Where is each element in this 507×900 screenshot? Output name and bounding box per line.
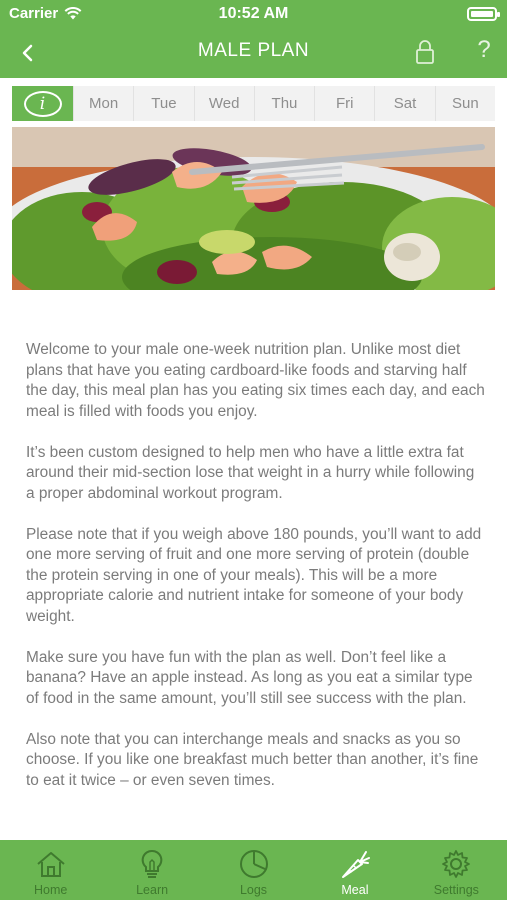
tab-info[interactable]: i — [12, 86, 73, 121]
article-paragraph: Welcome to your male one-week nutrition … — [26, 341, 485, 420]
tab-thu[interactable]: Thu — [253, 86, 314, 121]
tab-wed[interactable]: Wed — [193, 86, 254, 121]
article-paragraph: Make sure you have fun with the plan as … — [26, 648, 473, 707]
article-content: Welcome to your male one-week nutrition … — [26, 340, 486, 840]
article-paragraph: Please note that if you weigh above 180 … — [26, 525, 482, 625]
tab-label-logs: Logs — [239, 883, 268, 897]
carrot-icon — [341, 851, 370, 878]
hero-salad-image — [12, 127, 495, 290]
tab-fri[interactable]: Fri — [314, 86, 374, 121]
bottom-tab-bar: Home Learn Logs Meal Settings — [0, 840, 507, 900]
tab-label-settings: Settings — [433, 883, 479, 897]
tab-tue[interactable]: Tue — [133, 86, 193, 121]
day-tab-strip: i Mon Tue Wed Thu Fri Sat Sun — [12, 86, 495, 121]
nav-bar: MALE PLAN ? — [0, 28, 507, 78]
status-bar: Carrier 10:52 AM — [0, 0, 507, 28]
tab-logs[interactable]: Logs — [203, 840, 304, 900]
gear-icon — [442, 850, 471, 878]
info-icon: i — [23, 90, 62, 117]
pie-chart-icon — [239, 850, 268, 878]
lightbulb-icon — [141, 849, 163, 878]
lock-icon[interactable] — [412, 38, 438, 66]
tab-sat[interactable]: Sat — [374, 86, 434, 121]
article-paragraph: Also note that you can interchange meals… — [26, 730, 479, 789]
help-icon[interactable]: ? — [470, 36, 498, 64]
tab-sun[interactable]: Sun — [434, 86, 495, 121]
tab-label-meal: Meal — [341, 883, 369, 897]
tab-label-learn: Learn — [136, 883, 169, 897]
tab-label-home: Home — [34, 883, 68, 897]
tab-mon[interactable]: Mon — [73, 86, 133, 121]
tab-settings[interactable]: Settings — [406, 840, 507, 900]
tab-learn[interactable]: Learn — [101, 840, 202, 900]
tab-meal[interactable]: Meal — [304, 840, 405, 900]
home-icon — [37, 852, 65, 877]
battery-icon — [467, 7, 500, 21]
article-paragraph: It’s been custom designed to help men wh… — [26, 443, 475, 502]
status-time: 10:52 AM — [218, 5, 289, 22]
tab-home[interactable]: Home — [0, 840, 101, 900]
